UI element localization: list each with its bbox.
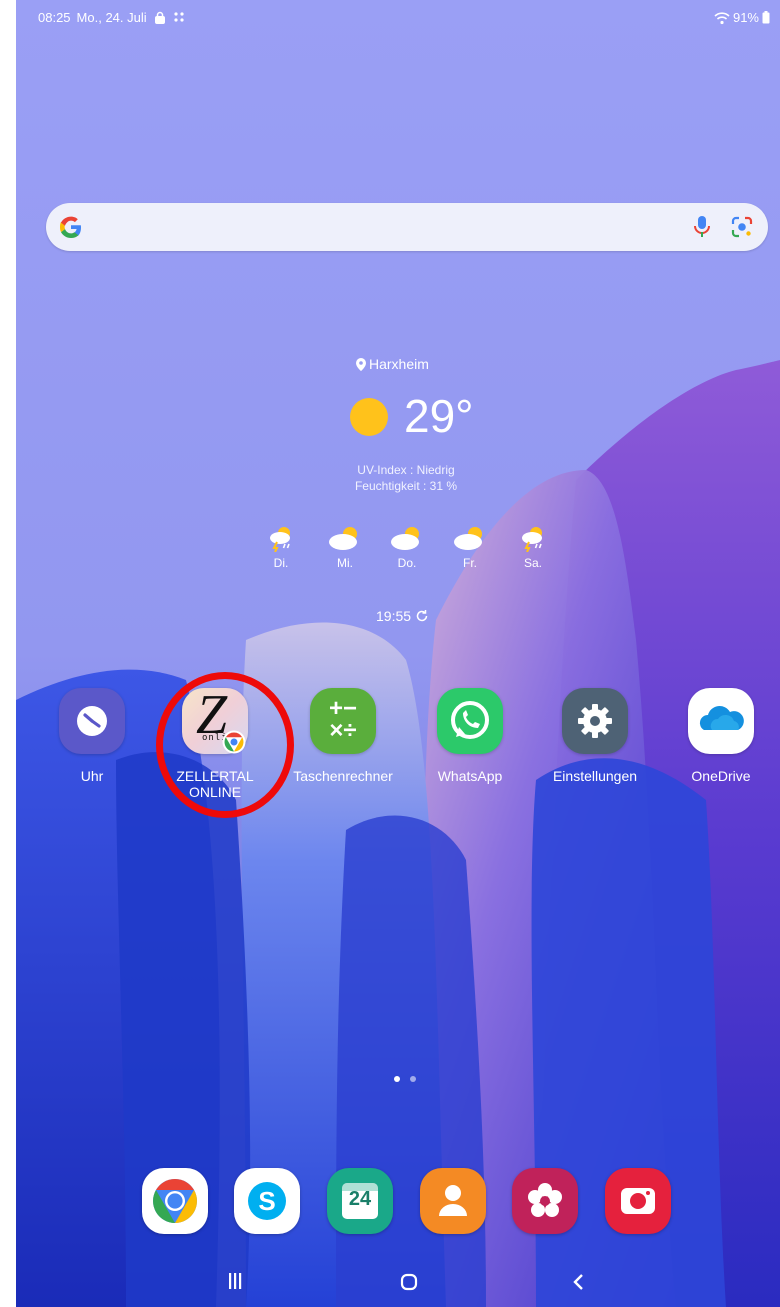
app-taschenrechner[interactable]: +− ×÷ Taschenrechner xyxy=(283,688,403,784)
voice-search-icon[interactable] xyxy=(692,215,712,239)
settings-icon[interactable] xyxy=(562,688,628,754)
app-whatsapp[interactable]: WhatsApp xyxy=(410,688,530,784)
app-einstellungen[interactable]: Einstellungen xyxy=(535,688,655,784)
status-bar: 08:25 Mo., 24. Juli 91% xyxy=(16,0,780,36)
app-onedrive[interactable]: OneDrive xyxy=(661,688,780,784)
skype-letter: S xyxy=(248,1182,286,1220)
onedrive-icon[interactable] xyxy=(688,688,754,754)
home-button-icon[interactable] xyxy=(400,1273,418,1291)
wifi-icon xyxy=(714,11,730,24)
navigation-bar xyxy=(16,1258,780,1307)
partly-cloudy-icon xyxy=(454,527,482,550)
app-label: WhatsApp xyxy=(437,768,503,784)
google-search-bar[interactable] xyxy=(46,203,768,251)
page-indicator[interactable] xyxy=(394,1076,416,1082)
forecast-day-label: Sa. xyxy=(523,556,542,570)
location-pin-icon xyxy=(356,357,366,371)
wallpaper xyxy=(16,0,780,1307)
weather-details: UV-Index : Niedrig Feuchtigkeit : 31 % xyxy=(316,462,496,494)
home-screen: 08:25 Mo., 24. Juli 91% Harxheim 29° UV-… xyxy=(16,0,780,1307)
page-dot-active[interactable] xyxy=(394,1076,400,1082)
highlight-circle xyxy=(156,672,294,818)
recent-apps-icon[interactable] xyxy=(228,1272,242,1290)
app-label: Einstellungen xyxy=(552,768,638,784)
dock-skype-icon[interactable]: S xyxy=(234,1168,300,1234)
weather-temperature: 29° xyxy=(404,390,474,442)
app-label: Uhr xyxy=(80,768,104,784)
partly-cloudy-icon xyxy=(329,527,357,550)
app-label: OneDrive xyxy=(691,768,751,784)
forecast-day: Mi. xyxy=(325,524,365,570)
dock-camera-icon[interactable] xyxy=(605,1168,671,1234)
refresh-icon[interactable] xyxy=(415,609,429,623)
weather-update-time: 19:55 xyxy=(376,608,412,624)
forecast-day-label: Do. xyxy=(397,556,417,570)
forecast-day-label: Mi. xyxy=(337,556,353,570)
app-label: Taschenrechner xyxy=(293,768,393,784)
back-icon[interactable] xyxy=(572,1273,584,1291)
thunderstorm-icon xyxy=(270,527,290,552)
forecast-day: Fr. xyxy=(450,524,490,570)
dock-gallery-icon[interactable] xyxy=(512,1168,578,1234)
weather-uv-index: UV-Index : Niedrig xyxy=(357,463,455,477)
calculator-symbols-bottom: ×÷ xyxy=(329,717,357,744)
battery-percent: 91% xyxy=(732,10,759,25)
weather-refresh[interactable]: 19:55 xyxy=(376,608,429,624)
forecast-day-label: Di. xyxy=(273,556,289,570)
forecast-day: Di. xyxy=(261,524,301,570)
weather-location-name: Harxheim xyxy=(369,356,429,372)
google-lens-icon[interactable] xyxy=(730,215,754,239)
whatsapp-icon[interactable] xyxy=(437,688,503,754)
notification-bag-icon xyxy=(154,11,165,24)
thunderstorm-icon xyxy=(522,527,542,552)
dock-chrome-icon[interactable] xyxy=(142,1168,208,1234)
forecast-day: Do. xyxy=(387,524,427,570)
status-time: 08:25 xyxy=(38,10,71,25)
notification-apps-icon xyxy=(174,11,184,22)
forecast-day-label: Fr. xyxy=(463,556,477,570)
calculator-icon[interactable]: +− ×÷ xyxy=(310,688,376,754)
partly-cloudy-icon xyxy=(391,527,419,550)
page-dot[interactable] xyxy=(410,1076,416,1082)
status-date: Mo., 24. Juli xyxy=(76,10,147,25)
sunny-icon xyxy=(350,398,388,436)
calendar-day: 24 xyxy=(348,1188,372,1210)
dock-contacts-icon[interactable] xyxy=(420,1168,486,1234)
app-uhr[interactable]: Uhr xyxy=(32,688,152,784)
forecast-day: Sa. xyxy=(513,524,553,570)
weather-humidity: Feuchtigkeit : 31 % xyxy=(354,479,458,493)
dock-calendar-icon[interactable]: 24 xyxy=(327,1168,393,1234)
battery-icon xyxy=(762,11,770,24)
google-g-icon xyxy=(60,216,81,238)
weather-location: Harxheim xyxy=(356,356,429,372)
clock-icon[interactable] xyxy=(59,688,125,754)
